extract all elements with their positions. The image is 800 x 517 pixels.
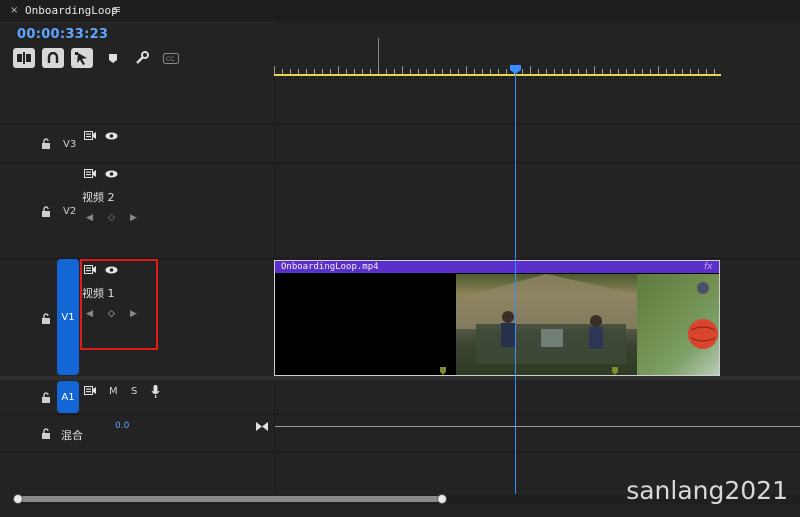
snap-magnet-icon xyxy=(47,52,59,63)
lock-icon[interactable] xyxy=(41,206,51,217)
highlight-box xyxy=(80,259,158,350)
ruler-tick xyxy=(594,66,595,74)
marker-icon xyxy=(109,53,117,63)
add-keyframe-icon[interactable]: ◇ xyxy=(108,213,115,223)
track-divider xyxy=(0,452,800,453)
timeline-settings-button[interactable] xyxy=(134,50,150,66)
video-audio-divider[interactable] xyxy=(0,376,800,380)
next-keyframe-icon[interactable]: ▶ xyxy=(130,213,137,223)
zoom-scrollbar-right-handle[interactable] xyxy=(437,494,447,504)
ruler-tick xyxy=(658,66,659,74)
track-divider xyxy=(0,162,800,163)
mix-bowtie-icon[interactable] xyxy=(256,422,268,431)
captions-icon: CC xyxy=(163,52,179,64)
playhead-timecode[interactable]: 00:00:33:23 xyxy=(17,27,108,42)
eye-icon[interactable] xyxy=(105,170,118,178)
lock-icon[interactable] xyxy=(41,313,51,324)
mix-volume-value[interactable]: 0.0 xyxy=(115,421,129,431)
track-label-mix[interactable]: 混合 xyxy=(61,427,83,443)
sync-lock-icon[interactable] xyxy=(84,169,96,178)
ruler-tick xyxy=(530,66,531,74)
sequence-tab-title[interactable]: OnboardingLoop xyxy=(25,4,118,17)
linked-selection-button[interactable] xyxy=(71,48,93,68)
track-name-v2[interactable]: 视频 2 xyxy=(82,189,115,205)
voiceover-mic-icon[interactable] xyxy=(151,385,160,398)
solo-button[interactable]: S xyxy=(131,386,137,397)
nest-icon xyxy=(17,52,31,64)
mute-button[interactable]: M xyxy=(109,386,118,397)
watermark-text: sanlang2021 xyxy=(626,476,788,505)
sync-lock-icon[interactable] xyxy=(84,131,96,140)
clip-thumbnail-detail xyxy=(688,282,718,349)
ruler-tick xyxy=(402,66,403,74)
sync-lock-icon[interactable] xyxy=(84,386,96,395)
lock-icon[interactable] xyxy=(41,138,51,149)
zoom-scrollbar-thumb[interactable] xyxy=(17,496,443,502)
ruler-tick xyxy=(338,66,339,74)
insert-nest-button[interactable] xyxy=(13,48,35,68)
mix-level-line[interactable] xyxy=(275,426,800,427)
lock-icon[interactable] xyxy=(41,428,51,439)
clip-name: OnboardingLoop.mp4 xyxy=(281,262,379,272)
linked-selection-icon xyxy=(75,51,87,65)
panel-menu-icon[interactable]: ≡ xyxy=(112,3,121,16)
playhead-line[interactable] xyxy=(515,70,516,494)
clip-thumbnail-detail xyxy=(456,274,637,364)
zoom-scrollbar-left-handle[interactable] xyxy=(13,494,23,504)
fx-badge[interactable]: fx xyxy=(704,262,713,272)
track-label-a1: A1 xyxy=(61,391,75,403)
close-tab-icon[interactable]: × xyxy=(10,5,18,16)
track-divider xyxy=(0,124,800,125)
prev-keyframe-icon[interactable]: ◀ xyxy=(86,213,93,223)
source-patch-a1[interactable]: A1 xyxy=(57,381,79,413)
add-marker-button[interactable] xyxy=(105,50,121,66)
lock-icon[interactable] xyxy=(41,392,51,403)
ruler-tick xyxy=(274,66,275,74)
source-patch-v1[interactable]: V1 xyxy=(57,259,79,375)
ruler-tick xyxy=(466,66,467,74)
snap-button[interactable] xyxy=(42,48,64,68)
track-label-v3[interactable]: V3 xyxy=(63,139,76,150)
track-label-v1: V1 xyxy=(61,311,75,323)
captions-button[interactable]: CC xyxy=(163,50,179,66)
track-label-v2[interactable]: V2 xyxy=(63,206,76,217)
eye-icon[interactable] xyxy=(105,132,118,140)
track-divider xyxy=(0,414,800,415)
svg-text:CC: CC xyxy=(166,56,174,63)
ruler-ticks xyxy=(274,66,715,74)
wrench-icon xyxy=(136,51,149,64)
